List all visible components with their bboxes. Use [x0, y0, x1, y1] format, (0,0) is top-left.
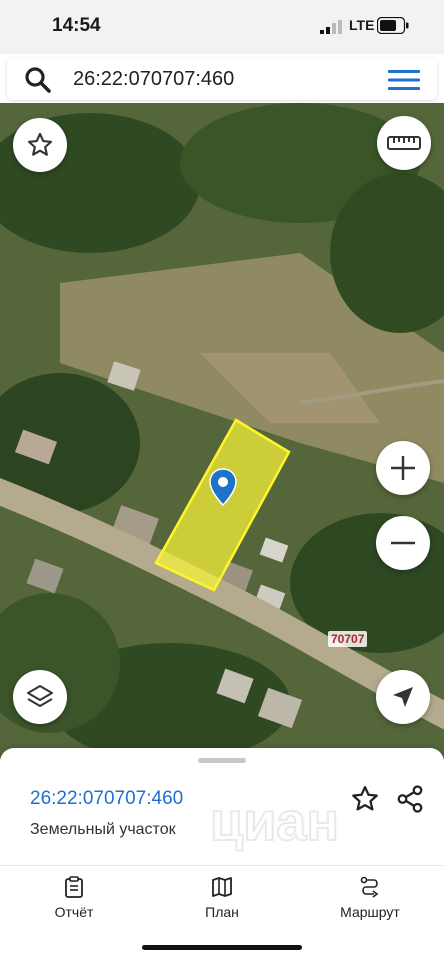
object-type: Земельный участок — [30, 821, 176, 838]
menu-icon[interactable] — [388, 68, 420, 92]
status-bar: 14:54 LTE — [0, 0, 444, 54]
layers-button[interactable] — [13, 670, 67, 724]
location-pin-icon[interactable] — [209, 468, 237, 506]
satellite-imagery — [0, 103, 444, 783]
route-icon — [360, 876, 379, 898]
favorite-map-button[interactable] — [13, 118, 67, 172]
tab-label: Маршрут — [340, 904, 400, 920]
satellite-map[interactable]: 70707 — [0, 103, 444, 783]
share-icon[interactable] — [395, 784, 425, 814]
cadastral-number[interactable]: 26:22:070707:460 — [30, 788, 183, 810]
star-icon — [27, 132, 53, 156]
status-time: 14:54 — [52, 15, 101, 36]
sheet-drag-handle[interactable] — [198, 758, 246, 763]
search-icon[interactable] — [24, 66, 52, 94]
tab-report[interactable]: Отчёт — [14, 870, 134, 928]
zoom-out-button[interactable] — [376, 516, 430, 570]
plus-icon — [391, 456, 415, 480]
signal-icon — [320, 20, 342, 34]
star-icon[interactable] — [350, 784, 380, 814]
svg-text:циан: циан — [210, 792, 339, 852]
tab-route[interactable]: Маршрут — [310, 870, 430, 928]
ruler-button[interactable] — [377, 116, 431, 170]
battery-icon — [377, 17, 409, 34]
minus-icon — [391, 541, 415, 545]
sheet-divider — [0, 865, 444, 866]
bottom-tab-bar: Отчёт План Маршрут — [0, 870, 444, 930]
report-icon — [65, 876, 83, 898]
map-plan-icon — [212, 877, 232, 897]
ruler-icon — [387, 136, 421, 150]
locate-me-button[interactable] — [376, 670, 430, 724]
cadastral-block-label: 70707 — [328, 631, 368, 647]
navigation-arrow-icon — [393, 687, 413, 707]
tab-label: Отчёт — [54, 904, 94, 920]
search-query[interactable]: 26:22:070707:460 — [73, 68, 234, 91]
zoom-in-button[interactable] — [376, 441, 430, 495]
tab-label: План — [205, 904, 239, 920]
network-type: LTE — [349, 17, 375, 33]
tab-plan[interactable]: План — [162, 870, 282, 928]
search-bar[interactable]: 26:22:070707:460 — [7, 58, 437, 100]
home-indicator — [142, 945, 302, 950]
layers-icon — [27, 685, 53, 707]
